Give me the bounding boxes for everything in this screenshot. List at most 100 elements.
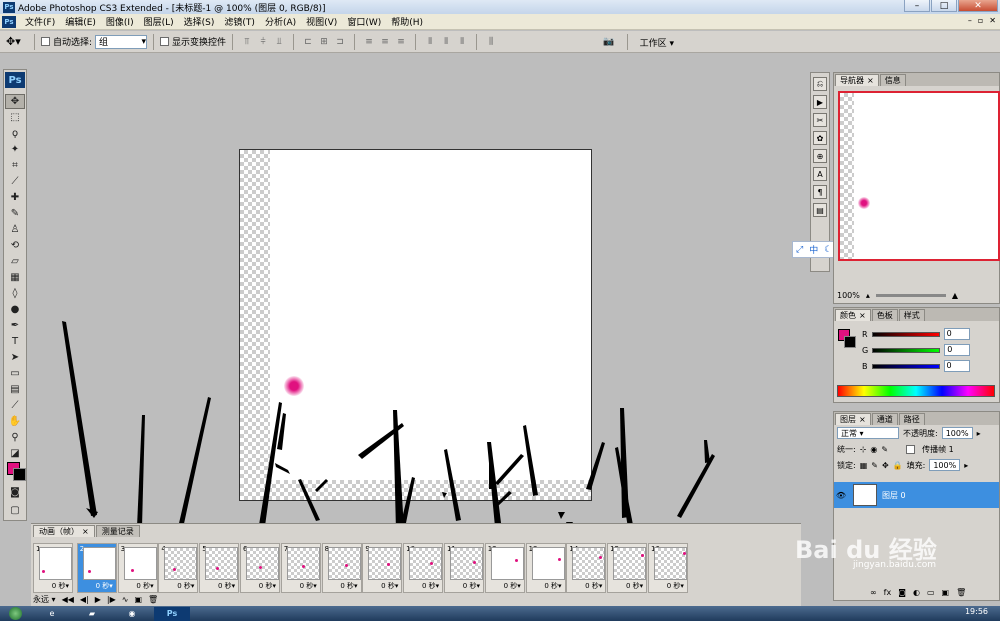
- chevron-right-icon[interactable]: ▸: [964, 461, 968, 470]
- lasso-tool-icon[interactable]: ϙ: [5, 126, 25, 141]
- paragraph-panel-icon[interactable]: ¶: [813, 185, 827, 199]
- blur-tool-icon[interactable]: ◊: [5, 286, 25, 301]
- align-vcenter-icon[interactable]: ⫩: [256, 36, 270, 48]
- green-slider[interactable]: [872, 347, 941, 353]
- menu-select[interactable]: 选择(S): [179, 15, 220, 28]
- notes-tool-icon[interactable]: ▤: [5, 382, 25, 397]
- frame-duration[interactable]: 0 秒▾: [544, 581, 561, 591]
- document-canvas[interactable]: [239, 149, 592, 501]
- menu-help[interactable]: 帮助(H): [386, 15, 428, 28]
- auto-select-dropdown[interactable]: 组 ▾: [95, 34, 148, 49]
- unify-position-icon[interactable]: ⊹: [860, 445, 867, 454]
- animation-frame[interactable]: 50 秒▾: [199, 543, 240, 593]
- menu-image[interactable]: 图像(I): [101, 15, 139, 28]
- expand-icon[interactable]: ⤢: [796, 245, 803, 255]
- frame-duration[interactable]: 0 秒▾: [422, 581, 439, 591]
- zoom-slider[interactable]: [875, 294, 946, 297]
- pen-tool-icon[interactable]: ✒: [5, 318, 25, 333]
- prev-frame-icon[interactable]: ◀|: [80, 595, 89, 604]
- align-top-icon[interactable]: ⫪: [240, 36, 254, 48]
- align-hcenter-icon[interactable]: ⊞: [317, 36, 331, 48]
- propagate-checkbox[interactable]: [906, 444, 916, 454]
- blend-mode-dropdown[interactable]: 正常 ▾: [837, 427, 899, 439]
- lock-pixels-icon[interactable]: ✎: [871, 461, 878, 470]
- play-icon[interactable]: ▶: [95, 595, 101, 604]
- shape-tool-icon[interactable]: ▭: [5, 366, 25, 381]
- workspace-switcher[interactable]: 📷 工作区 ▾: [603, 34, 674, 50]
- workspace-label[interactable]: 工作区 ▾: [640, 36, 674, 49]
- new-layer-icon[interactable]: ▣: [942, 588, 950, 597]
- frame-duration[interactable]: 0 秒▾: [259, 581, 276, 591]
- frame-duration[interactable]: 0 秒▾: [463, 581, 480, 591]
- screen-mode-icon[interactable]: ▢: [5, 503, 25, 518]
- doc-close-icon[interactable]: ✕: [989, 16, 996, 25]
- tab-layers[interactable]: 图层 ×: [835, 413, 871, 425]
- frame-duration[interactable]: 0 秒▾: [340, 581, 357, 591]
- eraser-tool-icon[interactable]: ▱: [5, 254, 25, 269]
- clone-source-icon[interactable]: ⊕: [813, 149, 827, 163]
- quick-mask-icon[interactable]: ◙: [5, 485, 25, 500]
- distribute-bottom-icon[interactable]: ≡: [394, 36, 408, 48]
- distribute-hcenter-icon[interactable]: ⦀: [439, 36, 453, 48]
- animation-frame[interactable]: 100 秒▾: [403, 543, 444, 593]
- moon-icon[interactable]: ☾: [824, 245, 832, 255]
- brushes-panel-icon[interactable]: ✿: [813, 131, 827, 145]
- doc-minimize-icon[interactable]: –: [968, 16, 972, 25]
- menu-filter[interactable]: 滤镜(T): [219, 15, 260, 28]
- duplicate-frame-icon[interactable]: ▣: [134, 595, 142, 604]
- blue-value-input[interactable]: 0: [943, 360, 970, 372]
- distribute-left-icon[interactable]: ⦀: [423, 36, 437, 48]
- tab-paths[interactable]: 路径: [898, 413, 925, 425]
- tab-info[interactable]: 信息: [879, 74, 906, 86]
- history-panel-icon[interactable]: ⎌: [813, 77, 827, 91]
- character-panel-icon[interactable]: A: [813, 167, 827, 181]
- frame-duration[interactable]: 0 秒▾: [626, 581, 643, 591]
- media-taskbar-icon[interactable]: ◉: [114, 607, 150, 621]
- show-transform-checkbox[interactable]: 显示变换控件: [160, 35, 226, 48]
- frame-duration[interactable]: 0 秒▾: [96, 581, 113, 591]
- animation-frame[interactable]: 110 秒▾: [443, 543, 484, 593]
- layer-name[interactable]: 图层 0: [882, 490, 906, 501]
- marquee-tool-icon[interactable]: ⬚: [5, 110, 25, 125]
- tab-swatches[interactable]: 色板: [871, 309, 898, 321]
- frame-duration[interactable]: 0 秒▾: [52, 581, 69, 591]
- doc-restore-icon[interactable]: ▫: [978, 16, 983, 25]
- auto-select-checkbox[interactable]: 自动选择:: [41, 35, 92, 48]
- animation-frame[interactable]: 150 秒▾: [607, 543, 648, 593]
- checkbox-icon[interactable]: [41, 37, 50, 46]
- lock-transparency-icon[interactable]: ▦: [860, 461, 868, 470]
- chevron-right-icon[interactable]: ▸: [977, 429, 981, 438]
- menu-file[interactable]: 文件(F): [20, 15, 60, 28]
- move-tool-preset-icon[interactable]: ✥▾: [6, 35, 28, 48]
- tool-presets-icon[interactable]: ✂: [813, 113, 827, 127]
- tween-icon[interactable]: ∿: [122, 595, 129, 604]
- menu-analysis[interactable]: 分析(A): [260, 15, 301, 28]
- animation-frame[interactable]: 130 秒▾: [525, 543, 566, 593]
- menu-layer[interactable]: 图层(L): [139, 15, 179, 28]
- color-spectrum-bar[interactable]: [837, 385, 995, 397]
- frame-duration[interactable]: 0 秒▾: [667, 581, 684, 591]
- red-value-input[interactable]: 0: [943, 328, 970, 340]
- layer-style-icon[interactable]: fx: [884, 588, 892, 597]
- unify-style-icon[interactable]: ✎: [881, 445, 888, 454]
- tab-color[interactable]: 颜色 ×: [835, 309, 871, 321]
- distribute-right-icon[interactable]: ⦀: [455, 36, 469, 48]
- default-colors-icon[interactable]: ◪: [5, 446, 25, 461]
- distribute-top-icon[interactable]: ≡: [362, 36, 376, 48]
- align-right-icon[interactable]: ⊐: [333, 36, 347, 48]
- lock-position-icon[interactable]: ✥: [882, 461, 889, 470]
- align-bottom-icon[interactable]: ⫫: [272, 36, 286, 48]
- move-tool-icon[interactable]: ✥: [5, 94, 25, 109]
- document-icon[interactable]: Ps: [2, 15, 16, 28]
- crop-tool-icon[interactable]: ⌗: [5, 158, 25, 173]
- tab-channels[interactable]: 通道: [871, 413, 898, 425]
- camera-icon[interactable]: 📷: [603, 37, 614, 47]
- start-button[interactable]: [0, 606, 30, 621]
- adjustment-layer-icon[interactable]: ◐: [913, 588, 920, 597]
- close-icon[interactable]: ×: [859, 311, 866, 320]
- green-value-input[interactable]: 0: [944, 344, 971, 356]
- dodge-tool-icon[interactable]: ●: [5, 302, 25, 317]
- unify-visibility-icon[interactable]: ◉: [870, 445, 877, 454]
- checkbox-icon[interactable]: [160, 37, 170, 46]
- healing-brush-tool-icon[interactable]: ✚: [5, 190, 25, 205]
